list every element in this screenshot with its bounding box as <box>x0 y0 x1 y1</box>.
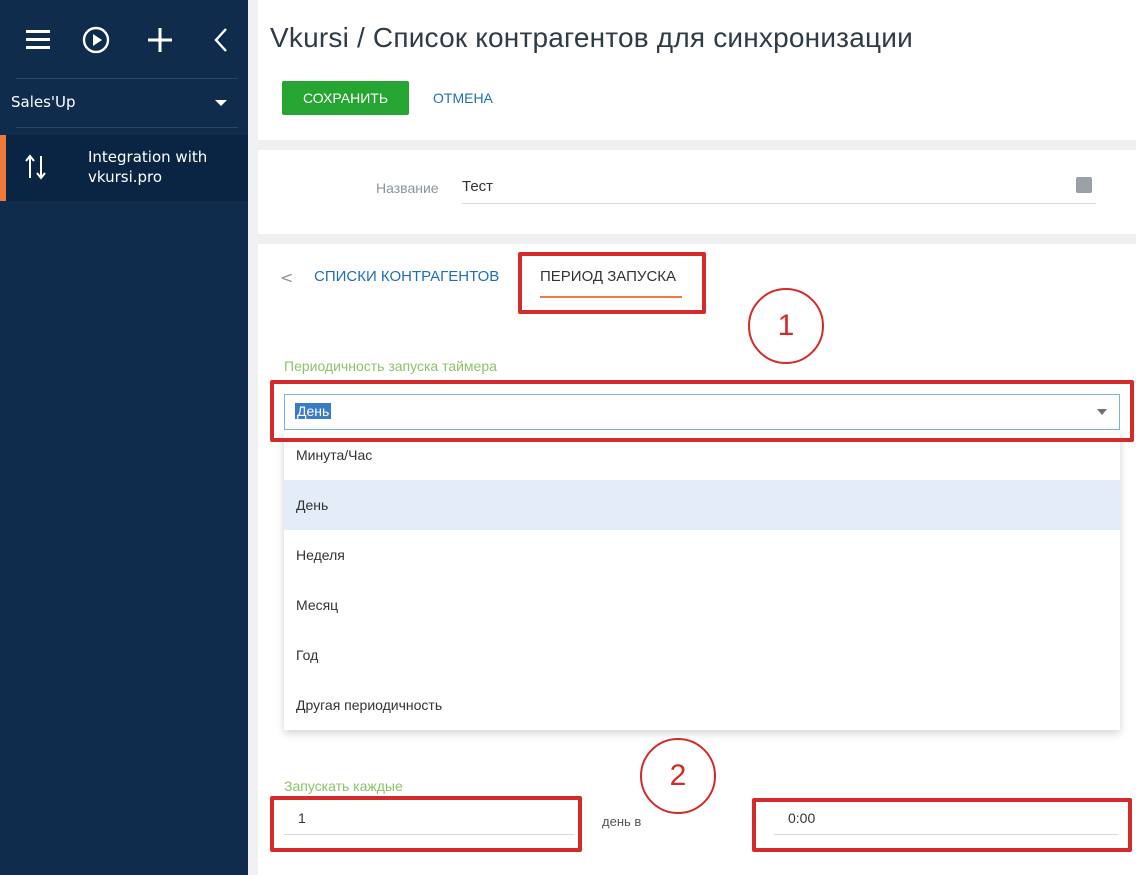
sidebar-toolbar <box>0 0 248 78</box>
play-icon[interactable] <box>80 24 112 56</box>
run-every-label: Запускать каждые <box>284 778 403 794</box>
add-icon[interactable] <box>144 24 176 56</box>
annotation-box-period-tab <box>518 252 706 314</box>
sync-arrows-icon <box>25 154 46 180</box>
dropdown-option-year[interactable]: Год <box>284 630 1120 680</box>
active-indicator <box>0 135 6 201</box>
chevron-down-icon[interactable] <box>214 98 228 108</box>
menu-icon[interactable] <box>24 24 56 56</box>
sidebar-item-label: Integration with vkursi.pro <box>88 148 208 186</box>
page-title: Vkursi / Список контрагентов для синхрон… <box>270 22 913 53</box>
dropdown-option-week[interactable]: Неделя <box>284 530 1120 580</box>
tab-accounts-lists[interactable]: СПИСКИ КОНТРАГЕНТОВ <box>314 268 499 285</box>
name-field-label: Название <box>376 180 439 196</box>
name-section: Название Тест <box>258 150 1136 234</box>
workspace-divider <box>16 127 238 128</box>
dropdown-option-other[interactable]: Другая периодичность <box>284 680 1120 730</box>
cancel-button[interactable]: ОТМЕНА <box>433 81 493 115</box>
tabs-scroll-left-icon[interactable]: < <box>280 268 293 287</box>
save-button[interactable]: СОХРАНИТЬ <box>282 81 409 115</box>
sidebar-item-integration[interactable]: Integration with vkursi.pro <box>0 135 248 201</box>
day-at-label: день в <box>602 814 642 829</box>
annotation-box-period-select <box>270 380 1134 442</box>
localization-icon[interactable] <box>1076 177 1092 193</box>
sidebar: Sales'Up Integration with vkursi.pro <box>0 0 248 875</box>
period-dropdown-list: Минута/Час День Неделя Месяц Год Другая … <box>284 430 1120 730</box>
collapse-icon[interactable] <box>206 24 238 56</box>
name-field[interactable]: Тест <box>462 178 493 195</box>
annotation-box-run-every <box>270 796 582 852</box>
annotation-marker-2: 2 <box>640 738 716 814</box>
dropdown-option-day[interactable]: День <box>284 480 1120 530</box>
page-header: Vkursi / Список контрагентов для синхрон… <box>258 0 1136 140</box>
period-field-label: Периодичность запуска таймера <box>284 358 497 374</box>
workspace-label: Sales'Up <box>11 93 76 111</box>
workspace-selector[interactable]: Sales'Up <box>0 79 248 127</box>
name-field-underline <box>462 203 1096 204</box>
annotation-box-run-time <box>752 798 1132 852</box>
annotation-marker-1: 1 <box>748 288 824 364</box>
dropdown-option-month[interactable]: Месяц <box>284 580 1120 630</box>
